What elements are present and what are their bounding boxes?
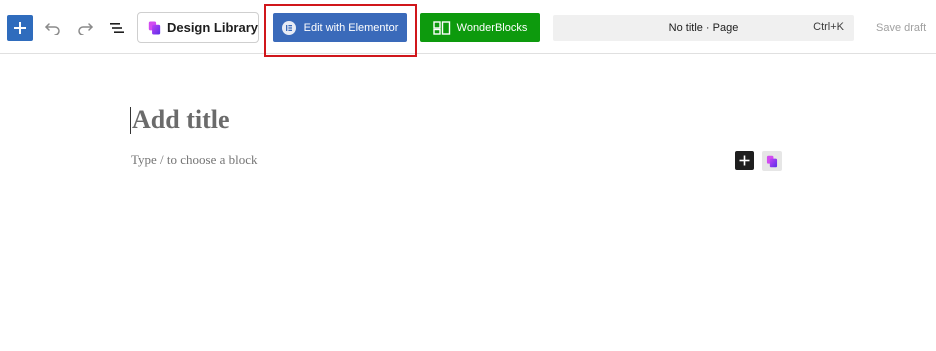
inline-design-library-button[interactable] (762, 151, 782, 171)
inline-add-block-button[interactable] (735, 151, 754, 170)
paragraph-block-placeholder[interactable]: Type / to choose a block (131, 152, 258, 168)
plus-icon (739, 155, 750, 166)
wonderblocks-icon (432, 20, 450, 35)
command-palette-bar[interactable]: No title · Page Ctrl+K (553, 15, 854, 41)
text-caret (130, 107, 131, 134)
elementor-logo-icon (281, 20, 296, 35)
design-library-logo-icon (766, 155, 778, 167)
redo-button[interactable] (72, 15, 98, 41)
document-title-label: No title · Page (668, 22, 739, 34)
wonderblocks-button[interactable]: WonderBlocks (420, 13, 540, 42)
undo-button[interactable] (40, 15, 66, 41)
list-view-icon (110, 23, 124, 33)
design-library-logo-icon (148, 21, 161, 34)
design-library-button[interactable]: Design Library (137, 12, 259, 43)
edit-with-elementor-label: Edit with Elementor (303, 21, 399, 34)
wonderblocks-label: WonderBlocks (456, 21, 528, 34)
keyboard-shortcut-label: Ctrl+K (813, 21, 844, 33)
editor-toolbar: Design Library Edit with Elementor Wonde… (0, 0, 936, 57)
title-placeholder[interactable]: Add title (132, 105, 230, 135)
undo-icon (45, 23, 60, 35)
add-block-button[interactable] (7, 15, 33, 41)
document-overview-button[interactable] (104, 15, 130, 41)
design-library-label: Design Library (166, 20, 258, 35)
edit-with-elementor-button[interactable]: Edit with Elementor (273, 13, 407, 42)
redo-icon (78, 23, 93, 35)
plus-icon (14, 22, 26, 34)
save-draft-button[interactable]: Save draft (876, 22, 926, 34)
editor-canvas: Add title Type / to choose a block (0, 54, 936, 351)
